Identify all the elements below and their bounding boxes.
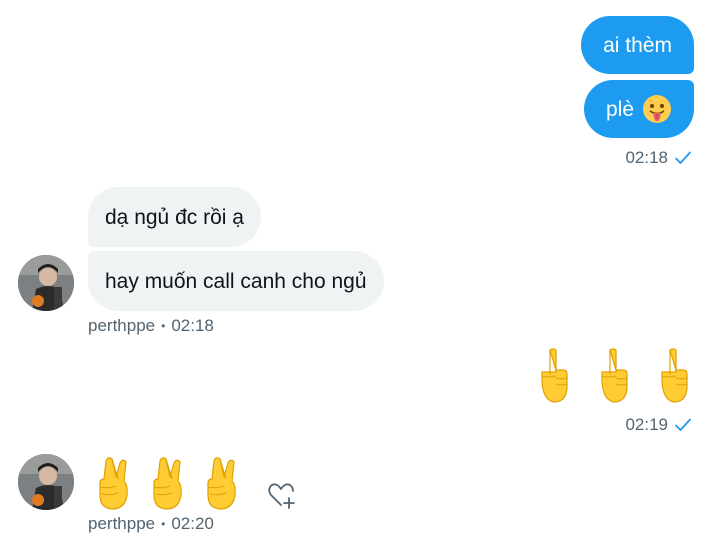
- middle-finger-icon: [661, 348, 688, 403]
- timestamp: 02:19: [625, 415, 668, 434]
- timestamp: 02:18: [625, 148, 668, 167]
- timestamp: 02:20: [171, 514, 214, 533]
- message-text: ai thèm: [603, 33, 672, 57]
- message-text: hay muốn call canh cho ngủ: [105, 269, 367, 293]
- meta-separator: •: [161, 319, 166, 333]
- outgoing-emoji-message[interactable]: [534, 348, 692, 404]
- avatar-photo: [18, 454, 74, 510]
- avatar[interactable]: [18, 255, 74, 311]
- incoming-message-bubble[interactable]: dạ ngủ đc rồi ạ: [88, 187, 261, 247]
- message-text: dạ ngủ đc rồi ạ: [105, 205, 244, 229]
- message-meta: perthppe • 02:18: [88, 316, 214, 336]
- outgoing-message-bubble[interactable]: ai thèm: [581, 16, 694, 74]
- check-icon: [675, 151, 691, 164]
- crossed-fingers-icon: [207, 457, 236, 510]
- avatar-photo: [18, 255, 74, 311]
- incoming-message-bubble[interactable]: hay muốn call canh cho ngủ: [88, 251, 384, 311]
- middle-finger-icon: [541, 348, 568, 403]
- sender-name: perthppe: [88, 514, 156, 533]
- outgoing-message-bubble[interactable]: plè: [583, 80, 694, 138]
- heart-plus-icon[interactable]: [266, 480, 296, 510]
- message-meta: 02:18: [625, 148, 692, 168]
- crossed-fingers-icon: [99, 457, 128, 510]
- avatar[interactable]: [18, 454, 74, 510]
- message-meta: 02:19: [625, 415, 692, 435]
- message-text: plè: [605, 97, 634, 121]
- meta-separator: •: [161, 517, 166, 531]
- incoming-emoji-message[interactable]: [94, 455, 240, 511]
- sender-name: perthppe: [88, 316, 156, 335]
- face-with-tongue-icon: [643, 95, 671, 123]
- middle-finger-icon: [601, 348, 628, 403]
- crossed-fingers-icon: [153, 457, 182, 510]
- message-meta: perthppe • 02:20: [88, 514, 214, 534]
- timestamp: 02:18: [171, 316, 214, 335]
- check-icon: [675, 418, 691, 431]
